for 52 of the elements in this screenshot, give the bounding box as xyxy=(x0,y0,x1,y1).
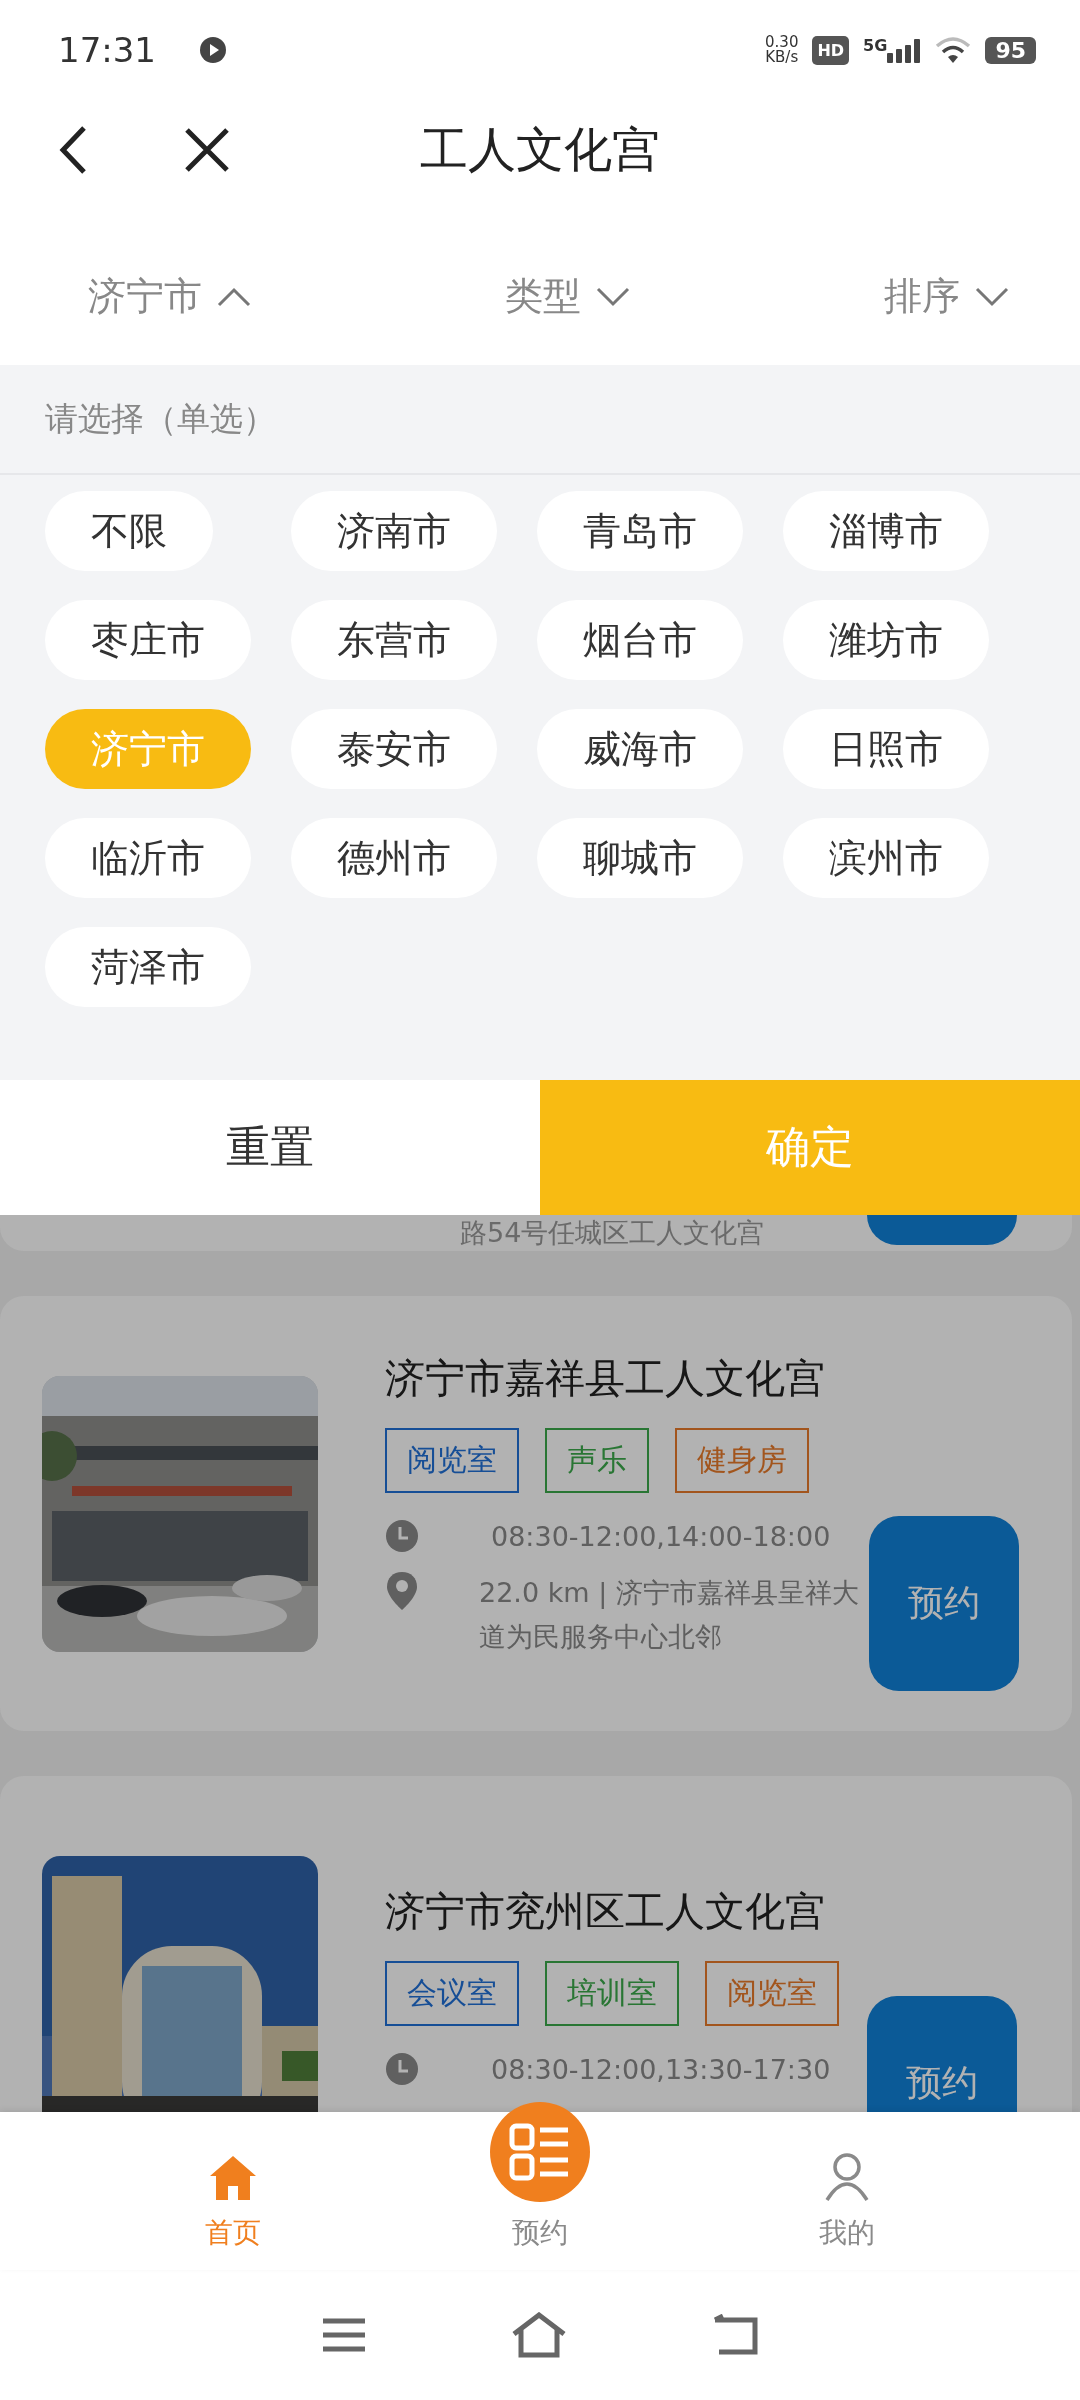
city-chip[interactable]: 滨州市 xyxy=(783,818,989,898)
back-button[interactable] xyxy=(58,125,88,175)
venue-address: 22.0 km | 济宁市嘉祥县呈祥大道为民服务中心北邻 xyxy=(479,1575,860,1654)
facility-tag: 声乐 xyxy=(545,1427,649,1493)
city-chip[interactable]: 不限 xyxy=(45,491,213,571)
status-time: 17:31 xyxy=(58,30,156,70)
city-chip[interactable]: 枣庄市 xyxy=(45,600,251,680)
page-title: 工人文化宫 xyxy=(420,120,660,179)
network-type: 5G xyxy=(863,36,888,55)
facility-tag: 会议室 xyxy=(385,1960,519,2026)
picker-hint: 请选择（单选） xyxy=(0,365,1080,475)
city-chip[interactable]: 临沂市 xyxy=(45,818,251,898)
network-speed: 0.30 KB/s xyxy=(765,35,799,65)
clock-icon xyxy=(385,2051,419,2086)
city-chip[interactable]: 菏泽市 xyxy=(45,927,251,1007)
filter-dropdown[interactable]: 济宁市 xyxy=(88,271,252,322)
home-icon[interactable] xyxy=(510,2312,568,2358)
city-chip[interactable]: 日照市 xyxy=(783,709,989,789)
clock-icon xyxy=(385,1518,419,1553)
filter-dropdown[interactable]: 排序 xyxy=(884,271,1010,322)
notification-icon xyxy=(198,35,228,65)
facility-tag: 培训室 xyxy=(545,1960,679,2026)
city-chip[interactable]: 聊城市 xyxy=(537,818,743,898)
close-button[interactable] xyxy=(184,127,230,173)
chevron-icon xyxy=(216,285,252,308)
book-button[interactable] xyxy=(867,1215,1017,1245)
venue-title: 济宁市兖州区工人文化宫 xyxy=(385,1886,826,1936)
signal-icon xyxy=(887,37,922,63)
battery-indicator: 95 xyxy=(985,36,1036,64)
hd-badge: HD xyxy=(812,35,850,65)
location-pin-icon xyxy=(385,1570,419,1611)
wifi-icon xyxy=(935,36,972,64)
city-chip[interactable]: 济南市 xyxy=(291,491,497,571)
filter-dropdown[interactable]: 类型 xyxy=(505,271,631,322)
opening-hours: 08:30-12:00,13:30-17:30 xyxy=(491,2053,831,2085)
city-chip[interactable]: 烟台市 xyxy=(537,600,743,680)
city-chip[interactable]: 潍坊市 xyxy=(783,600,989,680)
city-chip[interactable]: 东营市 xyxy=(291,600,497,680)
opening-hours: 08:30-12:00,14:00-18:00 xyxy=(491,1520,831,1552)
facility-tag: 阅览室 xyxy=(705,1960,839,2026)
facility-tag: 阅览室 xyxy=(385,1427,519,1493)
city-chip[interactable]: 威海市 xyxy=(537,709,743,789)
city-chip[interactable]: 泰安市 xyxy=(291,709,497,789)
chevron-icon xyxy=(595,285,631,308)
city-chip[interactable]: 青岛市 xyxy=(537,491,743,571)
venue-address: 路54号任城区工人文化宫 xyxy=(460,1216,765,1250)
city-chip[interactable]: 德州市 xyxy=(291,818,497,898)
venue-title: 济宁市嘉祥县工人文化宫 xyxy=(385,1353,826,1403)
menu-icon[interactable] xyxy=(321,2317,368,2353)
facility-tag: 健身房 xyxy=(675,1427,809,1493)
city-chip[interactable]: 淄博市 xyxy=(783,491,989,571)
chevron-icon xyxy=(974,285,1010,308)
